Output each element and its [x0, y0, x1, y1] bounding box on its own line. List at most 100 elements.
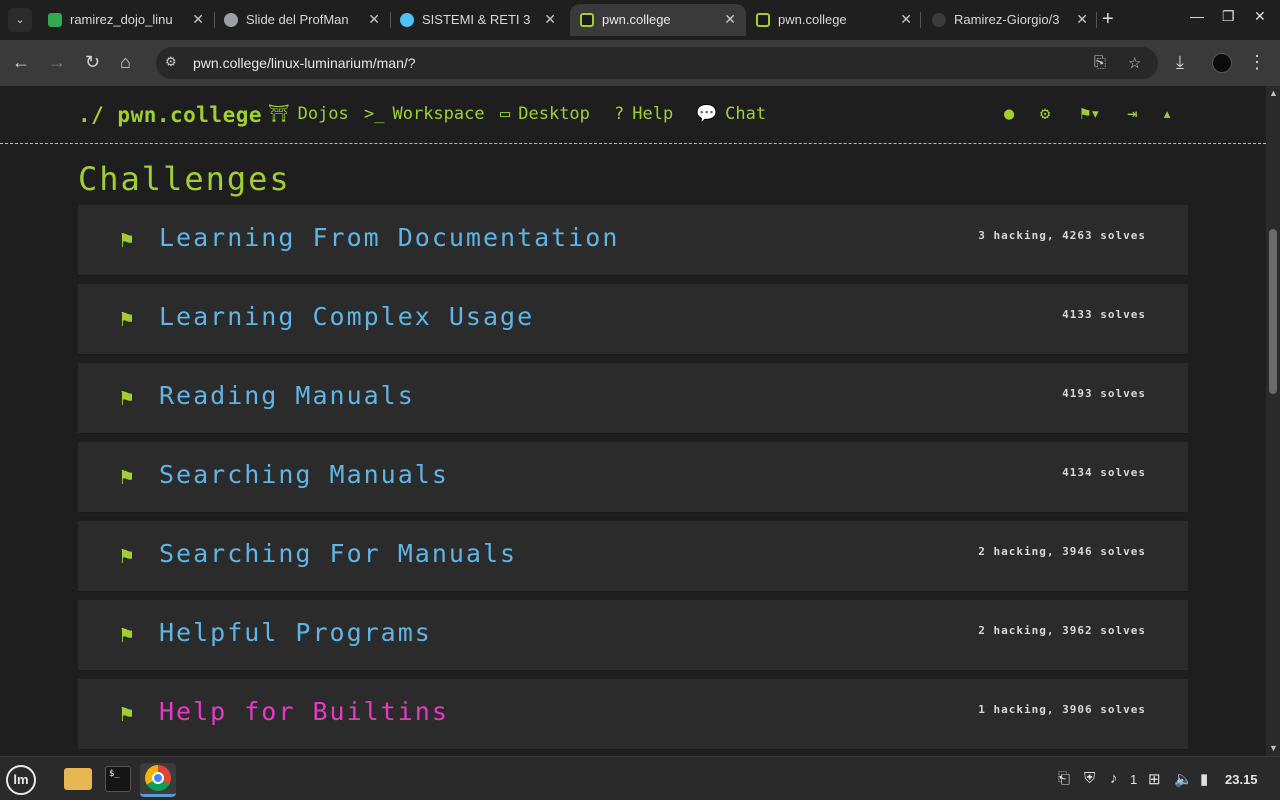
nav-label: Desktop	[518, 104, 590, 124]
nav-label: Dojos	[297, 104, 349, 124]
challenge-row[interactable]: ⚑ Searching Manuals 4134 solves	[78, 442, 1188, 513]
close-window-icon[interactable]: ✕	[1254, 8, 1266, 25]
logout-icon[interactable]: ⇥	[1127, 104, 1137, 124]
browser-tab-active[interactable]: pwn.college ✕	[570, 4, 746, 36]
terminal-icon: >_	[364, 104, 385, 124]
browser-tab[interactable]: ramirez_dojo_linu ✕	[38, 4, 214, 36]
close-tab-icon[interactable]: ✕	[724, 11, 736, 28]
flag-dropdown-icon[interactable]: ⚑▾	[1080, 104, 1100, 124]
nav-workspace[interactable]: >_ Workspace	[364, 104, 485, 124]
browser-tab[interactable]: Slide del ProfMan ✕	[214, 4, 390, 36]
tab-search-button[interactable]: ⌄	[8, 8, 32, 32]
mint-menu-icon[interactable]: lm	[6, 765, 36, 795]
site-brand-link[interactable]: ./ pwn.college	[78, 103, 262, 127]
close-tab-icon[interactable]: ✕	[900, 11, 912, 28]
challenge-title[interactable]: Searching For Manuals	[159, 539, 517, 568]
clipboard-icon[interactable]: ⎗	[1058, 770, 1070, 787]
cogs-icon[interactable]: ⚙	[1040, 104, 1050, 124]
tab-title: ramirez_dojo_linu	[70, 12, 173, 27]
download-icon[interactable]: ⤓	[1176, 52, 1184, 72]
page-title: Challenges	[78, 160, 291, 198]
tab-title: pwn.college	[602, 12, 671, 27]
nav-chat[interactable]: 💬 Chat	[696, 104, 766, 124]
dojo-icon: ⛩	[268, 104, 290, 124]
flag-icon: ⚑	[120, 386, 134, 411]
profile-avatar[interactable]	[1212, 53, 1232, 73]
clock[interactable]: 23.15	[1225, 772, 1258, 787]
close-tab-icon[interactable]: ✕	[1076, 11, 1088, 28]
challenge-row[interactable]: ⚑ Reading Manuals 4193 solves	[78, 363, 1188, 434]
nav-label: Workspace	[392, 104, 485, 124]
flag-icon: ⚑	[120, 465, 134, 490]
browser-tab[interactable]: Ramirez-Giorgio/3 ✕	[922, 4, 1098, 36]
caret-up-icon[interactable]: ▴	[1162, 104, 1172, 124]
google-drive-icon	[48, 13, 62, 27]
question-icon: ?	[614, 104, 625, 124]
challenge-row[interactable]: ⚑ Learning From Documentation 3 hacking,…	[78, 205, 1188, 276]
chrome-app[interactable]	[140, 763, 176, 797]
menu-icon[interactable]: ⋮	[1248, 52, 1266, 72]
files-app[interactable]	[60, 763, 96, 797]
scroll-down-arrow-icon[interactable]: ▼	[1269, 743, 1278, 753]
browser-tab[interactable]: pwn.college ✕	[746, 4, 922, 36]
flag-icon: ⚑	[120, 544, 134, 569]
flag-icon: ⚑	[120, 307, 134, 332]
challenge-title[interactable]: Reading Manuals	[159, 381, 415, 410]
tab-title: Slide del ProfMan	[246, 12, 349, 27]
scrollbar-thumb[interactable]	[1269, 229, 1277, 394]
nav-label: Chat	[725, 104, 767, 124]
flag-icon: ⚑	[120, 228, 134, 253]
browser-tab[interactable]: SISTEMI & RETI 3 ✕	[390, 4, 566, 36]
new-tab-icon[interactable]: +	[1102, 8, 1114, 30]
challenge-row[interactable]: ⚑ Searching For Manuals 2 hacking, 3946 …	[78, 521, 1188, 592]
challenge-title[interactable]: Learning From Documentation	[159, 223, 619, 252]
nav-help[interactable]: ? Help	[614, 104, 673, 124]
challenge-row[interactable]: ⚑ Helpful Programs 2 hacking, 3962 solve…	[78, 600, 1188, 671]
tab-title: SISTEMI & RETI 3	[422, 12, 531, 27]
restore-icon[interactable]: ❐	[1222, 8, 1235, 25]
nav-dojos[interactable]: ⛩ Dojos	[268, 104, 349, 124]
challenge-title[interactable]: Learning Complex Usage	[159, 302, 534, 331]
challenge-row-active[interactable]: ⚑ Help for Builtins 1 hacking, 3906 solv…	[78, 679, 1188, 750]
challenge-title-active[interactable]: Help for Builtins	[159, 697, 449, 726]
scroll-up-arrow-icon[interactable]: ▲	[1269, 88, 1278, 98]
bookmark-star-icon[interactable]: ☆	[1128, 54, 1141, 72]
translate-icon[interactable]: ⎘	[1094, 54, 1106, 71]
challenge-stats: 2 hacking, 3962 solves	[978, 624, 1146, 637]
page-scrollbar[interactable]: ▲ ▼	[1266, 86, 1280, 756]
pwn-college-icon	[756, 13, 770, 27]
user-circle-icon[interactable]: ●	[1004, 104, 1014, 124]
page-viewport: ./ pwn.college ⛩ Dojos >_ Workspace ▭ Deskt…	[0, 86, 1266, 756]
close-tab-icon[interactable]: ✕	[544, 11, 556, 28]
challenge-stats: 4134 solves	[1062, 466, 1146, 479]
tab-title: pwn.college	[778, 12, 847, 27]
folder-icon	[64, 768, 92, 790]
challenge-title[interactable]: Searching Manuals	[159, 460, 449, 489]
terminal-app[interactable]: $_	[100, 763, 136, 797]
chat-icon: 💬	[696, 104, 718, 124]
volume-icon[interactable]: 🔈	[1174, 770, 1193, 788]
challenge-stats: 2 hacking, 3946 solves	[978, 545, 1146, 558]
network-icon[interactable]: ⊞	[1148, 770, 1161, 788]
url-text[interactable]: pwn.college/linux-luminarium/man/?	[193, 55, 416, 71]
site-info-icon[interactable]: ⚙	[165, 54, 177, 70]
home-icon[interactable]: ⌂	[120, 52, 131, 72]
battery-icon[interactable]: ▮	[1200, 770, 1208, 788]
tab-separator	[920, 12, 921, 28]
challenge-list: ⚑ Learning From Documentation 3 hacking,…	[78, 205, 1188, 756]
challenge-title[interactable]: Helpful Programs	[159, 618, 432, 647]
back-icon[interactable]: ←	[12, 52, 30, 72]
nav-desktop[interactable]: ▭ Desktop	[500, 104, 590, 124]
notification-bell-icon[interactable]: ♪	[1110, 770, 1118, 787]
close-tab-icon[interactable]: ✕	[368, 11, 380, 28]
close-tab-icon[interactable]: ✕	[192, 11, 204, 28]
challenge-row[interactable]: ⚑ Learning Complex Usage 4133 solves	[78, 284, 1188, 355]
site-icon	[400, 13, 414, 27]
minimize-icon[interactable]: —	[1190, 8, 1204, 24]
shield-icon[interactable]: ⛨	[1084, 770, 1095, 787]
forward-icon[interactable]: →	[48, 52, 66, 72]
monitor-icon: ▭	[500, 104, 511, 124]
reload-icon[interactable]: ↻	[85, 52, 100, 72]
address-bar[interactable]: ⚙ pwn.college/linux-luminarium/man/? ⎘ ☆	[156, 47, 1158, 79]
nav-label: Help	[632, 104, 674, 124]
